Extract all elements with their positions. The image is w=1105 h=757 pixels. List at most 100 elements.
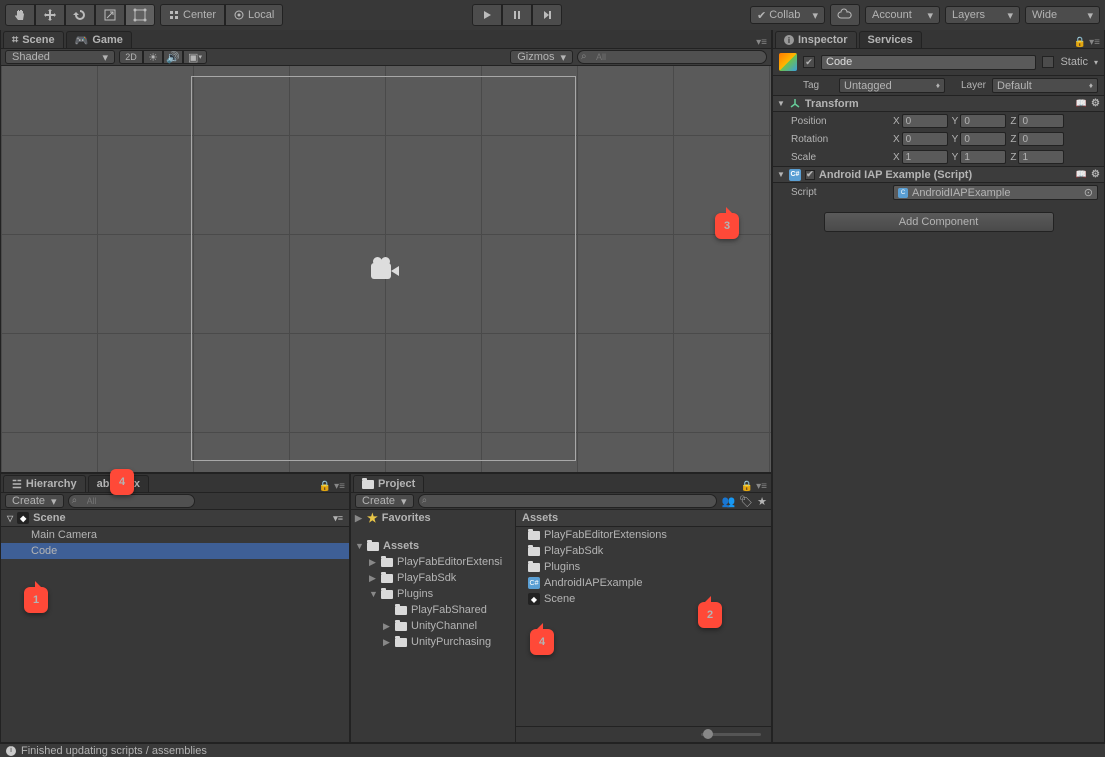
move-tool[interactable]	[35, 4, 65, 26]
layout-dropdown[interactable]: Wide▾	[1025, 6, 1100, 24]
tree-item[interactable]: ▼Plugins	[351, 586, 515, 602]
grid-size-slider[interactable]	[516, 726, 771, 742]
hand-tool[interactable]	[5, 4, 35, 26]
step-button[interactable]	[532, 4, 562, 26]
panel-options-icon[interactable]: 🔒 ▾≡	[319, 481, 349, 492]
project-search[interactable]	[418, 494, 718, 508]
scene-viewport[interactable]	[1, 66, 771, 472]
tree-item[interactable]: ▶UnityPurchasing	[351, 634, 515, 650]
panel-options-icon[interactable]: 🔒 ▾≡	[1074, 37, 1104, 48]
add-component-button[interactable]: Add Component	[824, 212, 1054, 232]
object-name-field[interactable]	[821, 55, 1036, 70]
pivot-center[interactable]: Center	[160, 4, 225, 26]
search-icon: ⌕	[422, 495, 428, 506]
filter-icon[interactable]: 👥	[721, 495, 735, 508]
tag-dropdown[interactable]: Untagged♦	[839, 78, 945, 93]
tree-item[interactable]: PlayFabShared	[351, 602, 515, 618]
collab-dropdown[interactable]: ✔Collab▾	[750, 6, 825, 24]
asset-item[interactable]: C#AndroidIAPExample	[516, 575, 771, 591]
scale-y[interactable]	[960, 150, 1006, 164]
tab-game[interactable]: 🎮Game	[66, 31, 132, 48]
script-field[interactable]: CAndroidIAPExample⊙	[893, 185, 1098, 200]
pos-z[interactable]	[1018, 114, 1064, 128]
static-checkbox[interactable]	[1042, 56, 1054, 68]
tab-hierarchy[interactable]: ☱Hierarchy	[3, 475, 86, 492]
account-dropdown[interactable]: Account▾	[865, 6, 940, 24]
callout-2: 2	[698, 602, 722, 628]
assets-header[interactable]: ▼Assets	[351, 538, 515, 554]
scene-header[interactable]: ▽ ◆ Scene ▾≡	[1, 510, 349, 527]
tree-item[interactable]: ▶PlayFabEditorExtensi	[351, 554, 515, 570]
rot-x[interactable]	[902, 132, 948, 146]
rot-z[interactable]	[1018, 132, 1064, 146]
script-component-header[interactable]: ▼ C# ✔ Android IAP Example (Script) 📖 ⚙	[773, 166, 1104, 183]
camera-gizmo-icon[interactable]	[371, 260, 401, 282]
folder-icon	[528, 531, 540, 540]
pos-x[interactable]	[902, 114, 948, 128]
pause-button[interactable]	[502, 4, 532, 26]
fx-toggle[interactable]: ▣▾	[183, 50, 207, 64]
layers-dropdown[interactable]: Layers▾	[945, 6, 1020, 24]
hierarchy-item-code[interactable]: Code	[1, 543, 349, 559]
rotation-label: Rotation	[779, 134, 889, 145]
play-button[interactable]	[472, 4, 502, 26]
hierarchy-item-camera[interactable]: Main Camera	[1, 527, 349, 543]
layer-dropdown[interactable]: Default♦	[992, 78, 1098, 93]
asset-item[interactable]: PlayFabEditorExtensions	[516, 527, 771, 543]
game-tab-icon: 🎮	[75, 34, 89, 47]
cloud-button[interactable]	[830, 4, 860, 26]
gear-icon[interactable]: ⚙	[1091, 169, 1100, 180]
dropdown-arrows-icon: ♦	[1089, 81, 1093, 90]
asset-item[interactable]: PlayFabSdk	[516, 543, 771, 559]
scale-tool[interactable]	[95, 4, 125, 26]
rot-y[interactable]	[960, 132, 1006, 146]
hierarchy-search[interactable]	[68, 494, 195, 508]
callout-3: 3	[715, 213, 739, 239]
tab-services[interactable]: Services	[859, 31, 922, 48]
top-toolbar: Center Local ✔Collab▾ Account▾ Layers▾ W…	[0, 0, 1105, 30]
save-filter-icon[interactable]: ★	[757, 495, 767, 508]
tree-item[interactable]: ▶UnityChannel	[351, 618, 515, 634]
panel-options-icon[interactable]: ▾≡	[756, 37, 771, 48]
info-icon: i	[6, 746, 16, 756]
shading-dropdown[interactable]: Shaded▾	[5, 50, 115, 64]
panel-options-icon[interactable]: 🔒 ▾≡	[741, 481, 771, 492]
transform-tools	[5, 4, 155, 26]
rect-tool[interactable]	[125, 4, 155, 26]
chevron-down-icon[interactable]: ▾	[1094, 58, 1098, 67]
scene-search[interactable]	[577, 50, 767, 64]
star-icon: ★	[367, 511, 378, 525]
help-icon[interactable]: 📖	[1076, 169, 1087, 180]
tab-project[interactable]: Project	[353, 475, 424, 492]
audio-toggle[interactable]: 🔊	[163, 50, 183, 64]
scale-label: Scale	[779, 152, 889, 163]
favorites-header[interactable]: ▶★Favorites	[351, 510, 515, 526]
lighting-toggle[interactable]: ☀	[143, 50, 163, 64]
transform-header[interactable]: ▼ Transform 📖 ⚙	[773, 95, 1104, 112]
help-icon[interactable]: 📖	[1076, 98, 1087, 109]
scale-x[interactable]	[902, 150, 948, 164]
label-filter-icon[interactable]: 🏷	[739, 495, 753, 508]
scene-options-icon[interactable]: ▾≡	[333, 513, 343, 524]
pos-y[interactable]	[960, 114, 1006, 128]
gizmos-dropdown[interactable]: Gizmos▾	[510, 50, 573, 64]
active-checkbox[interactable]: ✔	[803, 56, 815, 68]
tag-label: Tag	[803, 80, 833, 91]
gear-icon[interactable]: ⚙	[1091, 98, 1100, 109]
transform-icon	[789, 98, 801, 110]
pivot-local[interactable]: Local	[225, 4, 283, 26]
tree-item[interactable]: ▶PlayFabSdk	[351, 570, 515, 586]
hierarchy-icon: ☱	[12, 478, 22, 491]
create-dropdown[interactable]: Create▾	[355, 494, 414, 508]
asset-item[interactable]: Plugins	[516, 559, 771, 575]
scale-z[interactable]	[1018, 150, 1064, 164]
tab-scene[interactable]: ⌗Scene	[3, 31, 64, 48]
2d-toggle[interactable]: 2D	[119, 50, 143, 64]
rotate-tool[interactable]	[65, 4, 95, 26]
unity-scene-icon: ◆	[17, 512, 29, 524]
component-enable-checkbox[interactable]: ✔	[805, 170, 815, 180]
asset-item[interactable]: ◆Scene	[516, 591, 771, 607]
create-dropdown[interactable]: Create▾	[5, 494, 64, 508]
scene-tab-icon: ⌗	[12, 34, 18, 47]
tab-inspector[interactable]: iInspector	[775, 31, 857, 48]
